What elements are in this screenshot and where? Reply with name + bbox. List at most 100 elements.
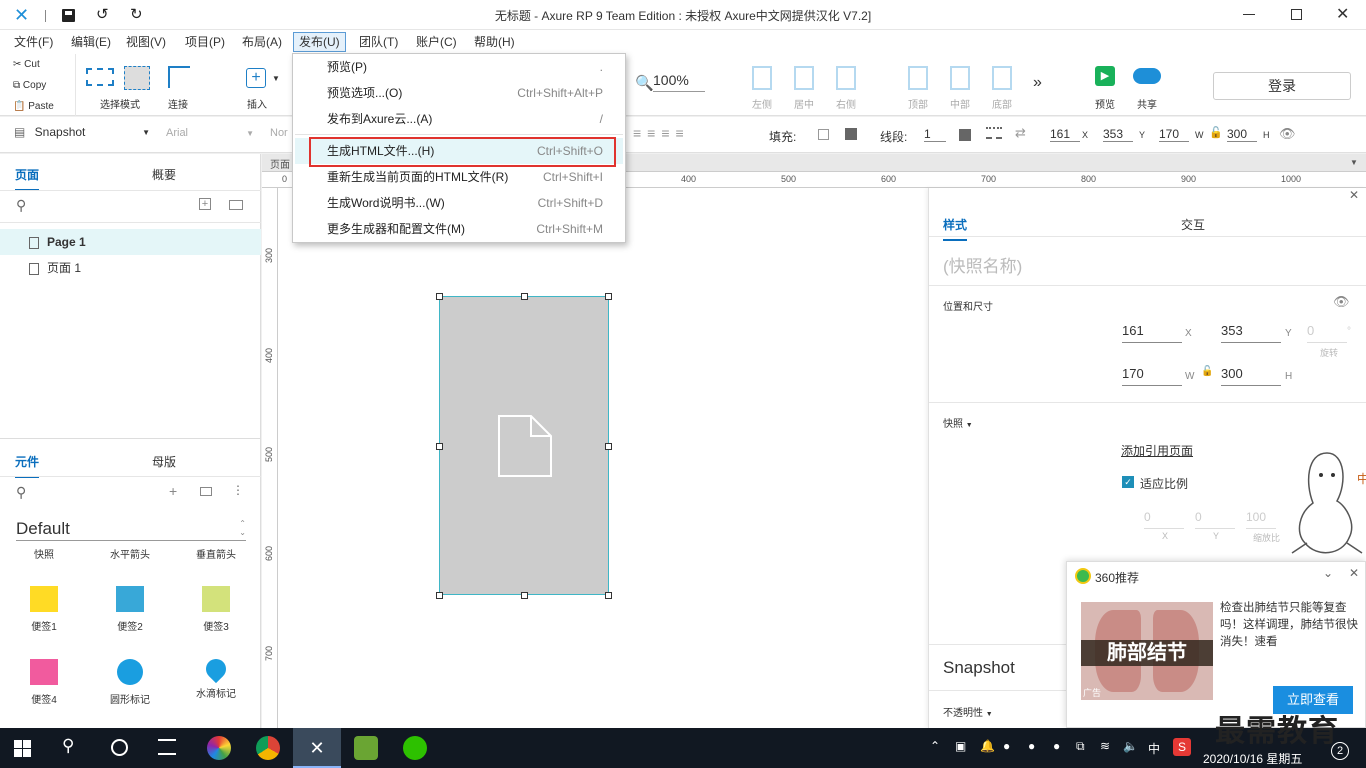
chrome-icon[interactable] xyxy=(256,736,280,760)
tray-bell-icon[interactable]: 🔔 xyxy=(980,739,995,753)
stroke-style-icon[interactable] xyxy=(986,127,1002,139)
login-button[interactable]: 登录 xyxy=(1213,72,1351,100)
collapse-chevron-icon[interactable]: ⌄ xyxy=(1323,566,1333,580)
stroke-color-swatch[interactable] xyxy=(959,129,971,141)
opacity-section[interactable]: 不透明性 ▼ xyxy=(943,704,993,719)
menu-file[interactable]: 文件(F) xyxy=(9,34,58,52)
chevron-down-icon[interactable]: ▼ xyxy=(1350,158,1358,167)
tray-sogou-icon[interactable]: S xyxy=(1173,738,1191,756)
add-folder-icon[interactable] xyxy=(229,200,243,210)
lock-ratio-icon[interactable]: 🔓 xyxy=(1209,126,1223,139)
widget-sticky-3[interactable]: 便签3 xyxy=(186,586,246,633)
inspector-y-input[interactable]: 353 xyxy=(1221,321,1281,343)
menu-help[interactable]: 帮助(H) xyxy=(469,34,520,52)
tray-wechat-icon[interactable]: ● xyxy=(1003,739,1010,753)
visibility-eye-icon[interactable]: 👁 xyxy=(1279,126,1296,142)
tray-chevron-icon[interactable]: ⌃ xyxy=(930,739,940,753)
green-app-icon[interactable] xyxy=(354,736,378,760)
zoom-select[interactable]: 100% xyxy=(653,72,705,92)
ad-image[interactable]: 肺部结节 广告 xyxy=(1081,602,1213,700)
tab-widgets[interactable]: 元件 xyxy=(15,453,40,478)
menu-item-generate-word[interactable]: 生成Word说明书...(W) Ctrl+Shift+D xyxy=(295,190,623,216)
more-options-icon[interactable]: ⋮ xyxy=(232,483,244,497)
widget-circle-marker[interactable]: 圆形标记 xyxy=(100,659,160,706)
align-right-icon[interactable] xyxy=(836,66,856,90)
taskbar-date[interactable]: 2020/10/16 星期五 xyxy=(1203,750,1302,767)
tray-qq-icon[interactable]: ● xyxy=(1028,739,1035,753)
paste-button[interactable]: 📋 Paste xyxy=(13,101,54,112)
library-menu-icon[interactable] xyxy=(200,487,212,496)
menu-project[interactable]: 项目(P) xyxy=(180,34,230,52)
resize-handle[interactable] xyxy=(521,293,528,300)
resize-handle[interactable] xyxy=(436,592,443,599)
resize-handle[interactable] xyxy=(605,592,612,599)
tab-style[interactable]: 样式 xyxy=(943,216,968,241)
connect-icon[interactable] xyxy=(168,66,190,88)
arrow-style-icon[interactable]: ⇄ xyxy=(1015,125,1026,141)
tray-app-icon[interactable]: ▣ xyxy=(955,739,966,753)
tab-interactions[interactable]: 交互 xyxy=(1181,216,1205,233)
visibility-eye-icon[interactable]: 👁 xyxy=(1333,294,1350,310)
cut-button[interactable]: ✂ Cut xyxy=(13,59,40,70)
font-style-select[interactable]: Nor xyxy=(270,127,288,139)
widget-sticky-2[interactable]: 便签2 xyxy=(100,586,160,633)
lock-ratio-icon[interactable]: 🔓 xyxy=(1201,366,1213,377)
menu-team[interactable]: 团队(T) xyxy=(354,34,403,52)
tab-outline[interactable]: 概要 xyxy=(152,166,176,183)
add-ref-page-link[interactable]: 添加引用页面 xyxy=(1121,442,1193,459)
text-align-icons[interactable]: ≡≡≡≡ xyxy=(633,125,690,141)
resize-handle[interactable] xyxy=(605,443,612,450)
tab-masters[interactable]: 母版 xyxy=(152,453,176,470)
shadow-swatch[interactable] xyxy=(845,128,857,140)
task-view-icon[interactable] xyxy=(158,739,176,755)
menu-item-publish-cloud[interactable]: 发布到Axure云...(A) / xyxy=(295,106,623,132)
widget-drop-marker[interactable]: 水滴标记 xyxy=(186,654,246,700)
cortana-icon[interactable] xyxy=(111,739,128,756)
page-row-page-1[interactable]: Page 1 xyxy=(0,229,261,255)
align-bottom-icon[interactable] xyxy=(992,66,1012,90)
offset-x-input[interactable]: 0 xyxy=(1144,507,1184,529)
inspector-w-input[interactable]: 170 xyxy=(1122,364,1182,386)
align-middle-icon[interactable] xyxy=(950,66,970,90)
align-top-icon[interactable] xyxy=(908,66,928,90)
format-w-input[interactable]: 170 xyxy=(1159,127,1189,142)
resize-handle[interactable] xyxy=(436,443,443,450)
menu-item-preview[interactable]: 预览(P). xyxy=(295,54,623,80)
section-snapshot-title[interactable]: 快照 ▼ xyxy=(943,415,973,430)
color-app-icon[interactable] xyxy=(207,736,231,760)
format-y-input[interactable]: 353 xyxy=(1103,127,1133,142)
widget-sticky-1[interactable]: 便签1 xyxy=(14,586,74,633)
font-select[interactable]: Arial ▼ xyxy=(166,127,254,139)
fill-color-swatch[interactable] xyxy=(818,129,829,140)
insert-button[interactable]: + xyxy=(246,68,266,88)
tray-language[interactable]: 中 xyxy=(1148,740,1160,757)
preview-icon[interactable]: ▶ xyxy=(1095,66,1115,86)
menu-item-regenerate-html[interactable]: 重新生成当前页面的HTML文件(R) Ctrl+Shift+I xyxy=(295,164,623,190)
menu-item-more-generators[interactable]: 更多生成器和配置文件(M) Ctrl+Shift+M xyxy=(295,216,623,242)
inspector-h-input[interactable]: 300 xyxy=(1221,364,1281,386)
add-page-icon[interactable]: + xyxy=(199,198,211,210)
snapshot-widget[interactable] xyxy=(439,296,609,595)
fit-scale-checkbox[interactable]: ✓ xyxy=(1122,476,1134,488)
tray-qq2-icon[interactable]: ● xyxy=(1053,739,1060,753)
search-icon[interactable]: ⚲ xyxy=(16,197,26,214)
inspector-x-input[interactable]: 161 xyxy=(1122,321,1182,343)
menu-edit[interactable]: 编辑(E) xyxy=(66,34,116,52)
format-x-input[interactable]: 161 xyxy=(1050,127,1080,142)
close-button[interactable]: ✕ xyxy=(1336,4,1349,24)
windows-start-icon[interactable] xyxy=(14,740,31,757)
menu-publish[interactable]: 发布(U) xyxy=(293,32,346,52)
cloud-share-icon[interactable] xyxy=(1133,68,1161,84)
close-panel-icon[interactable]: ✕ xyxy=(1349,188,1359,202)
resize-handle[interactable] xyxy=(521,592,528,599)
search-icon[interactable]: ⚲ xyxy=(62,736,86,760)
select-mode-active-icon[interactable] xyxy=(124,66,150,90)
tray-volume-icon[interactable]: 🔈 xyxy=(1123,739,1138,753)
add-library-icon[interactable]: + xyxy=(169,483,177,499)
scale-input[interactable]: 100 xyxy=(1246,507,1276,529)
tab-pages[interactable]: 页面 xyxy=(15,166,40,191)
stroke-width-input[interactable]: 1 xyxy=(924,127,946,142)
wechat-icon[interactable] xyxy=(403,736,427,760)
resize-handle[interactable] xyxy=(436,293,443,300)
resize-handle[interactable] xyxy=(605,293,612,300)
